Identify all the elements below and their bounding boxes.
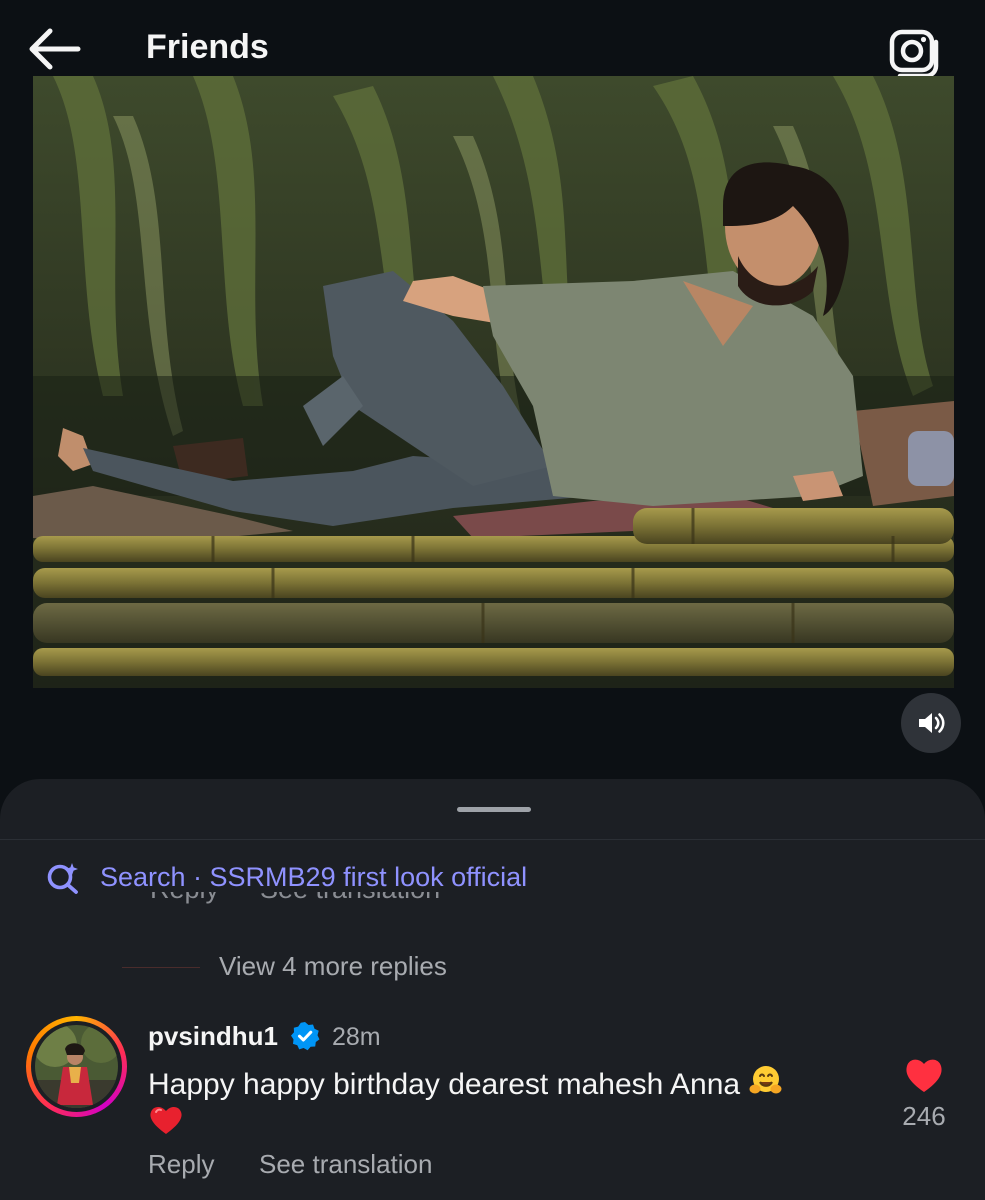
- sound-toggle-button[interactable]: [901, 693, 961, 753]
- comment-body: Happy happy birthday dearest mahesh Anna: [148, 1064, 868, 1142]
- see-translation-button[interactable]: See translation: [259, 1149, 432, 1180]
- search-sparkle-icon: [47, 863, 78, 894]
- like-count: 246: [902, 1101, 946, 1131]
- red-heart-emoji-icon: [150, 1106, 182, 1134]
- clipped-translation-label: See translation: [260, 892, 440, 905]
- camera-icon: [889, 29, 939, 79]
- comments-search-label: Search · SSRMB29 first look official: [100, 862, 528, 892]
- clipped-reply-label: Reply: [150, 892, 219, 905]
- replies-divider: [122, 967, 200, 968]
- reply-button[interactable]: Reply: [148, 1149, 214, 1180]
- verified-badge-icon: [291, 1022, 320, 1051]
- hugging-face-emoji-icon: [749, 1066, 782, 1094]
- heart-icon[interactable]: [903, 1055, 945, 1095]
- top-bar: Friends: [0, 0, 985, 79]
- comment-text: Happy happy birthday dearest mahesh Anna: [148, 1068, 741, 1101]
- speaker-icon: [919, 713, 945, 733]
- camera-button[interactable]: [884, 22, 946, 80]
- sheet-drag-handle[interactable]: [457, 807, 531, 812]
- post-photo[interactable]: [33, 76, 954, 688]
- arrow-left-icon: [29, 28, 81, 70]
- back-button[interactable]: [24, 24, 84, 74]
- view-more-replies-button[interactable]: View 4 more replies: [219, 951, 447, 982]
- avatar[interactable]: [26, 1016, 127, 1117]
- avatar-image: [35, 1025, 118, 1108]
- page-title: Friends: [146, 28, 269, 66]
- comment-username[interactable]: pvsindhu1: [148, 1021, 278, 1052]
- clipped-previous-actions: Reply See translation: [150, 892, 510, 912]
- comments-sheet: Search · SSRMB29 first look official Rep…: [0, 779, 985, 1200]
- post-image: [33, 76, 954, 688]
- comment-timestamp: 28m: [332, 1023, 381, 1051]
